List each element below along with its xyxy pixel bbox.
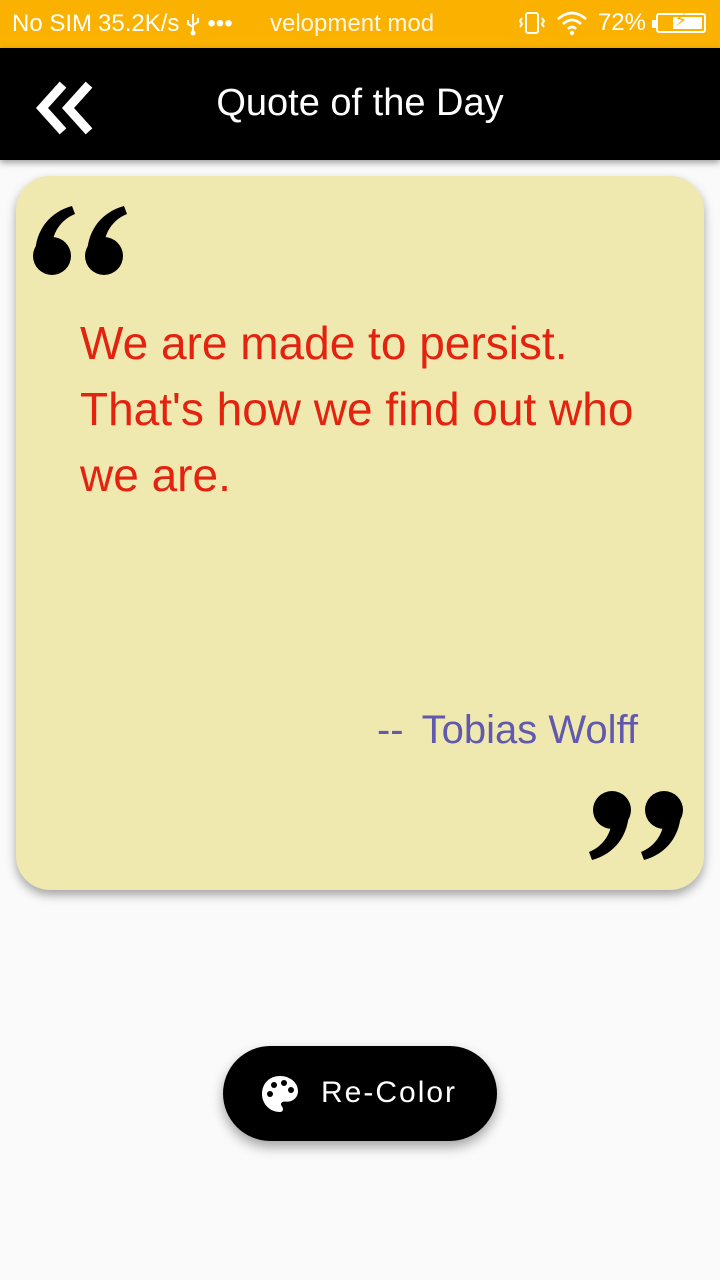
vibrate-icon (518, 12, 546, 34)
quote-author: -- Tobias Wolff (377, 708, 638, 753)
recolor-button[interactable]: Re-Color (223, 1046, 497, 1141)
recolor-label: Re-Color (321, 1076, 458, 1109)
app-bar: Quote of the Day (0, 48, 720, 160)
quote-card: We are made to persist. That's how we fi… (16, 176, 704, 890)
page-title: Quote of the Day (216, 82, 504, 124)
author-name: Tobias Wolff (421, 708, 638, 752)
charging-bolt-icon: ⚡ (674, 10, 688, 30)
status-left: No SIM 35.2K/s ••• (12, 10, 233, 38)
battery-charging-icon: ⚡ (652, 10, 706, 33)
carrier-text: No SIM (12, 10, 93, 37)
more-notifications: ••• (207, 10, 233, 37)
quote-text: We are made to persist. That's how we fi… (80, 317, 634, 501)
wifi-icon (557, 11, 587, 36)
author-dash: -- (376, 708, 404, 752)
notification-ticker: velopment mod (270, 10, 435, 37)
status-bar: No SIM 35.2K/s ••• velopment mod 72% ⚡ (0, 0, 720, 48)
network-speed: 35.2K/s (98, 10, 180, 37)
battery-percent: 72% (597, 9, 646, 36)
usb-icon (187, 14, 200, 36)
status-right: 72% ⚡ (518, 9, 706, 37)
close-quote-icon (589, 791, 683, 860)
palette-icon (262, 1076, 298, 1112)
open-quote-icon (33, 206, 127, 275)
